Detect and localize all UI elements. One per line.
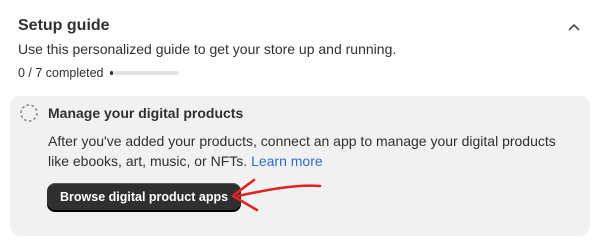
progress-bar-fill bbox=[110, 71, 114, 75]
setup-guide-card: Setup guide Use this personalized guide … bbox=[0, 0, 600, 236]
setup-guide-subtitle: Use this personalized guide to get your … bbox=[18, 41, 397, 57]
collapse-button[interactable] bbox=[564, 18, 584, 36]
browse-digital-product-apps-button[interactable]: Browse digital product apps bbox=[47, 183, 242, 210]
learn-more-link[interactable]: Learn more bbox=[251, 153, 323, 169]
progress-text: 0 / 7 completed bbox=[18, 66, 104, 80]
task-description: After you've added your products, connec… bbox=[48, 131, 558, 171]
progress-bar bbox=[110, 71, 180, 75]
dashed-circle-icon[interactable] bbox=[19, 103, 39, 123]
red-arrow-annotation bbox=[231, 178, 322, 212]
progress-indicator: 0 / 7 completed bbox=[18, 66, 180, 80]
chevron-up-icon bbox=[568, 24, 580, 31]
task-title: Manage your digital products bbox=[48, 105, 244, 121]
setup-guide-title: Setup guide bbox=[18, 17, 110, 34]
